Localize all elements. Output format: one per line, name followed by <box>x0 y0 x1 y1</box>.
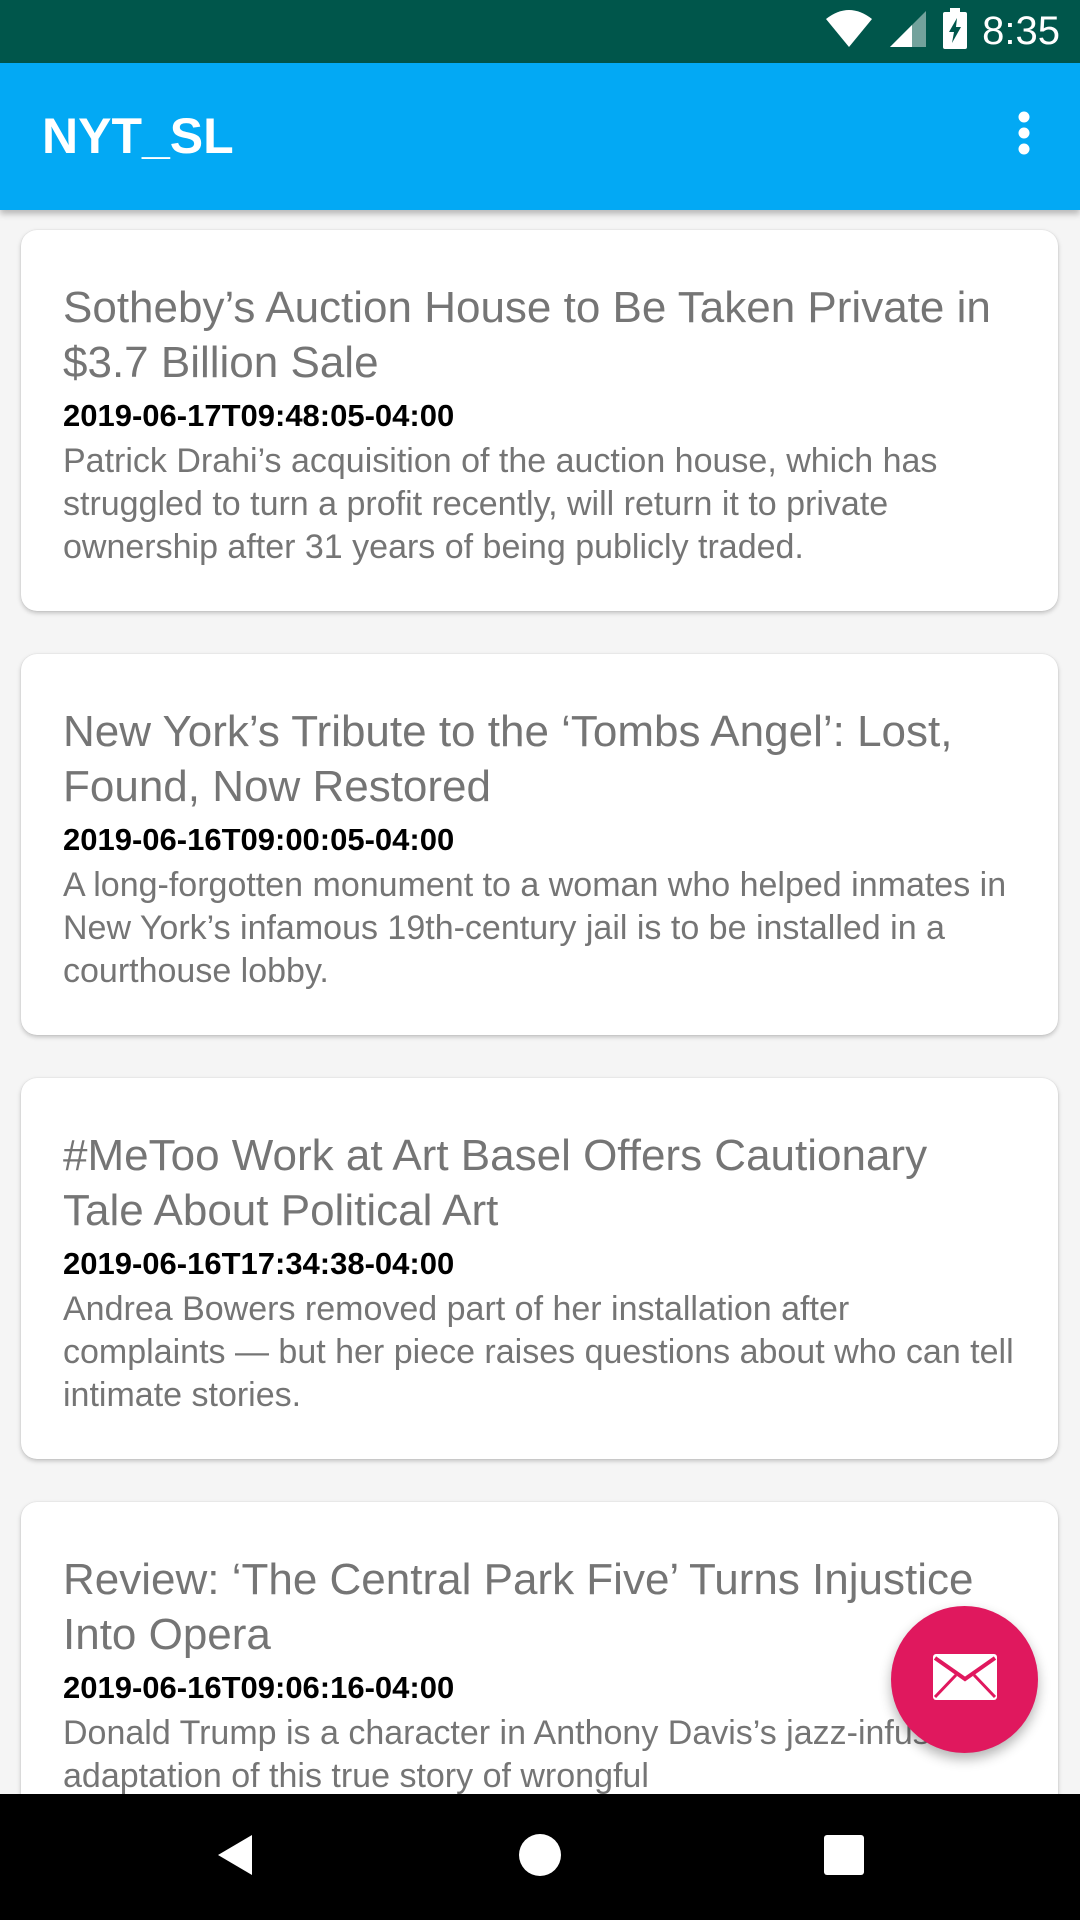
article-snippet: Patrick Drahi’s acquisition of the aucti… <box>63 442 938 566</box>
status-bar: 8:35 <box>0 0 1080 63</box>
recents-icon <box>823 1834 865 1881</box>
recents-button[interactable] <box>784 1794 904 1920</box>
more-vert-icon <box>1017 111 1031 160</box>
home-icon <box>517 1832 563 1883</box>
app-title: NYT_SL <box>42 108 234 164</box>
article-snippet: Andrea Bowers removed part of her instal… <box>63 1290 1014 1414</box>
article-title: Review: ‘The Central Park Five’ Turns In… <box>63 1555 974 1659</box>
article-date: 2019-06-17T09:48:05-04:00 <box>63 398 455 433</box>
compose-mail-fab[interactable] <box>891 1606 1038 1753</box>
article-card[interactable]: Sotheby’s Auction House to Be Taken Priv… <box>21 230 1058 611</box>
mail-icon <box>932 1653 998 1706</box>
article-list[interactable]: Sotheby’s Auction House to Be Taken Priv… <box>0 210 1080 1794</box>
article-snippet: Donald Trump is a character in Anthony D… <box>63 1714 968 1794</box>
article-snippet: A long-forgotten monument to a woman who… <box>63 866 1007 990</box>
battery-charging-icon <box>942 8 968 55</box>
article-date: 2019-06-16T09:00:05-04:00 <box>63 822 455 857</box>
home-button[interactable] <box>480 1794 600 1920</box>
wifi-icon <box>824 9 874 54</box>
overflow-menu-button[interactable] <box>994 105 1054 165</box>
app-bar: NYT_SL <box>0 63 1080 210</box>
article-card[interactable]: New York’s Tribute to the ‘Tombs Angel’:… <box>21 654 1058 1035</box>
back-icon <box>214 1832 256 1883</box>
navigation-bar <box>0 1794 1080 1920</box>
back-button[interactable] <box>175 1794 295 1920</box>
article-title: #MeToo Work at Art Basel Offers Cautiona… <box>63 1131 928 1235</box>
article-title: New York’s Tribute to the ‘Tombs Angel’:… <box>63 707 953 811</box>
article-title: Sotheby’s Auction House to Be Taken Priv… <box>63 283 991 387</box>
cell-signal-icon <box>888 9 928 54</box>
article-date: 2019-06-16T09:06:16-04:00 <box>63 1670 455 1705</box>
status-time: 8:35 <box>982 9 1060 53</box>
article-card[interactable]: #MeToo Work at Art Basel Offers Cautiona… <box>21 1078 1058 1459</box>
status-icons: 8:35 <box>824 0 1060 63</box>
article-date: 2019-06-16T17:34:38-04:00 <box>63 1246 455 1281</box>
